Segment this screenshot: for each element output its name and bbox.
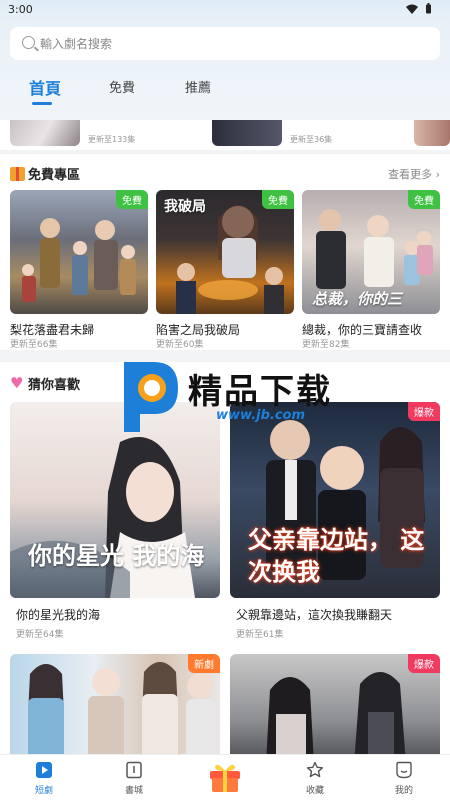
watermark: 精品下载 www.jb.com xyxy=(120,358,360,438)
search-input[interactable] xyxy=(40,27,430,60)
previous-row: 更新至133集 更新至36集 xyxy=(0,120,450,150)
episode-count: 更新至82集 xyxy=(302,340,350,350)
nav-item-bookstore[interactable]: 書城 xyxy=(104,755,164,800)
watermark-logo xyxy=(124,362,178,432)
nav-item-favorites[interactable]: 收藏 xyxy=(285,755,345,800)
drama-poster[interactable] xyxy=(212,120,282,146)
watermark-url: www.jb.com xyxy=(216,408,306,423)
section-title: 猜你喜歡 xyxy=(10,374,80,393)
search-box[interactable] xyxy=(10,27,440,60)
status-bar: 3:00 xyxy=(0,0,450,22)
episode-count: 更新至133集 xyxy=(88,135,136,144)
watermark-text: 精品下载 xyxy=(188,372,332,412)
section-title: 免費專區 xyxy=(10,164,80,183)
free-badge: 免費 xyxy=(116,190,148,209)
wifi-icon xyxy=(405,4,418,14)
nav-item-drama[interactable]: 短劇 xyxy=(14,755,74,800)
nav-label: 書城 xyxy=(124,786,143,796)
poster-title: 总裁，你的三 xyxy=(312,290,403,308)
poster-title: 我破局 xyxy=(164,199,206,215)
nav-label: 短劇 xyxy=(34,786,53,796)
gift-icon xyxy=(10,167,25,181)
top-tabs: 首頁 免費 推薦 xyxy=(0,77,450,107)
tab-recommend[interactable]: 推薦 xyxy=(185,77,211,96)
drama-poster: 免費 xyxy=(10,190,148,314)
episode-count: 更新至60集 xyxy=(156,340,204,350)
drama-poster: 新劇 xyxy=(10,654,220,754)
drama-card[interactable]: 你的星光 我的海 你的星光我的海 更新至64集 xyxy=(10,402,220,642)
drama-poster: 总裁，你的三 免費 xyxy=(302,190,440,314)
free-section: 免費專區 查看更多 › 免費 梨花落盡君未歸 更新至66集 我破局 免費 陷害之… xyxy=(0,154,450,350)
header: 首頁 免費 推薦 xyxy=(0,22,450,120)
tab-home[interactable]: 首頁 xyxy=(29,75,61,99)
episode-count: 更新至64集 xyxy=(16,630,64,640)
free-badge: 免費 xyxy=(262,190,294,209)
drama-card[interactable]: 新劇 xyxy=(10,654,220,754)
drama-title: 陷害之局我破局 xyxy=(156,323,241,337)
episode-count: 更新至36集 xyxy=(290,135,333,144)
battery-icon xyxy=(426,3,431,14)
profile-icon xyxy=(396,761,412,779)
book-icon xyxy=(126,761,142,779)
drama-title: 總裁，你的三寶請查收 xyxy=(302,323,423,337)
drama-card[interactable]: 父亲靠边站， 这次换我 爆款 父親靠邊站，這次換我賺翻天 更新至61集 xyxy=(230,402,440,642)
heart-icon xyxy=(10,374,25,392)
poster-title: 父亲靠边站， 这次换我 xyxy=(248,525,425,586)
episode-count: 更新至61集 xyxy=(236,630,284,640)
status-time: 3:00 xyxy=(8,3,33,16)
drama-poster: 我破局 免費 xyxy=(156,190,294,314)
drama-poster: 爆款 xyxy=(230,654,440,754)
hot-badge: 爆款 xyxy=(408,654,440,673)
search-icon xyxy=(22,36,35,49)
play-icon xyxy=(36,762,52,778)
drama-card[interactable]: 爆款 xyxy=(230,654,440,754)
nav-item-me[interactable]: 我的 xyxy=(374,755,434,800)
free-badge: 免費 xyxy=(408,190,440,209)
drama-poster[interactable] xyxy=(414,120,450,146)
status-icons xyxy=(405,3,433,16)
drama-card[interactable]: 我破局 免費 陷害之局我破局 更新至60集 xyxy=(156,190,294,350)
drama-title: 父親靠邊站，這次換我賺翻天 xyxy=(236,608,393,622)
nav-item-gift[interactable] xyxy=(195,755,255,800)
tab-indicator xyxy=(32,102,52,105)
drama-card[interactable]: 免費 梨花落盡君未歸 更新至66集 xyxy=(10,190,148,350)
nav-label: 我的 xyxy=(394,786,413,796)
bottom-nav: 短劇 書城 收藏 我的 xyxy=(0,754,450,800)
hot-badge: 爆款 xyxy=(408,402,440,421)
drama-title: 你的星光我的海 xyxy=(16,608,101,622)
poster-title: 你的星光 我的海 xyxy=(28,541,205,570)
episode-count: 更新至66集 xyxy=(10,340,58,350)
nav-label: 收藏 xyxy=(305,786,324,796)
gift-icon xyxy=(210,764,240,792)
see-more-link[interactable]: 查看更多 › xyxy=(388,166,440,182)
drama-title: 梨花落盡君未歸 xyxy=(10,323,95,337)
star-icon xyxy=(306,761,324,778)
tab-free[interactable]: 免費 xyxy=(109,77,135,96)
drama-card[interactable]: 总裁，你的三 免費 總裁，你的三寶請查收 更新至82集 xyxy=(302,190,440,350)
new-badge: 新劇 xyxy=(188,654,220,673)
drama-poster[interactable] xyxy=(10,120,80,146)
